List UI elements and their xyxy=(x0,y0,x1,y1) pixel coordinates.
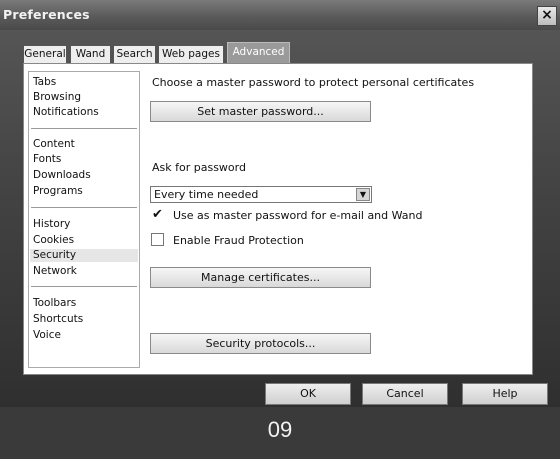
tab-wand[interactable]: Wand xyxy=(70,45,111,63)
tab-search[interactable]: Search xyxy=(113,45,156,63)
set-master-password-button[interactable]: Set master password... xyxy=(150,101,371,122)
sidebar-item-security[interactable]: Security xyxy=(30,249,138,262)
sidebar-item-content[interactable]: Content xyxy=(33,138,75,151)
title-bar[interactable]: Preferences × xyxy=(0,0,560,30)
use-master-password-label: Use as master password for e-mail and Wa… xyxy=(173,209,423,222)
close-button[interactable]: × xyxy=(537,6,557,26)
sidebar-item-browsing[interactable]: Browsing xyxy=(33,91,81,104)
sidebar-item-downloads[interactable]: Downloads xyxy=(33,169,91,182)
sidebar-item-voice[interactable]: Voice xyxy=(33,329,61,342)
enable-fraud-protection-checkbox[interactable] xyxy=(151,233,164,246)
sidebar-item-cookies[interactable]: Cookies xyxy=(33,234,74,247)
tab-general[interactable]: General xyxy=(23,45,67,63)
ok-button[interactable]: OK xyxy=(265,383,351,405)
sidebar-item-toolbars[interactable]: Toolbars xyxy=(33,297,76,310)
ask-for-password-label: Ask for password xyxy=(152,161,246,174)
preferences-window: Preferences × General Wand Search Web pa… xyxy=(0,0,560,407)
tab-web-pages[interactable]: Web pages xyxy=(158,45,224,63)
sidebar-item-shortcuts[interactable]: Shortcuts xyxy=(33,313,83,326)
tab-advanced[interactable]: Advanced xyxy=(227,42,290,64)
sidebar-divider xyxy=(31,207,137,208)
sidebar-item-notifications[interactable]: Notifications xyxy=(33,106,99,119)
cancel-button[interactable]: Cancel xyxy=(362,383,448,405)
page-number: 09 xyxy=(267,417,293,442)
sidebar-item-history[interactable]: History xyxy=(33,218,70,231)
ask-for-password-select[interactable]: Every time needed ▼ xyxy=(150,186,372,203)
sidebar: Tabs Browsing Notifications Content Font… xyxy=(28,71,140,368)
sidebar-divider xyxy=(31,286,137,287)
ask-for-password-value: Every time needed xyxy=(154,188,259,201)
chevron-down-icon[interactable]: ▼ xyxy=(356,188,370,201)
use-master-password-checkbox[interactable]: ✔ xyxy=(151,208,164,221)
manage-certificates-button[interactable]: Manage certificates... xyxy=(150,267,371,288)
help-button[interactable]: Help xyxy=(462,383,548,405)
close-icon: × xyxy=(541,7,553,23)
sidebar-item-programs[interactable]: Programs xyxy=(33,185,83,198)
sidebar-item-tabs[interactable]: Tabs xyxy=(33,76,56,89)
security-protocols-button[interactable]: Security protocols... xyxy=(150,333,371,354)
sidebar-divider xyxy=(31,128,137,129)
sidebar-item-network[interactable]: Network xyxy=(33,265,77,278)
window-title: Preferences xyxy=(3,7,90,22)
sidebar-item-fonts[interactable]: Fonts xyxy=(33,153,61,166)
checkmark-icon: ✔ xyxy=(152,207,163,222)
master-password-description: Choose a master password to protect pers… xyxy=(152,76,475,89)
enable-fraud-protection-label: Enable Fraud Protection xyxy=(173,234,304,247)
slide-footer: 09 xyxy=(0,407,560,459)
